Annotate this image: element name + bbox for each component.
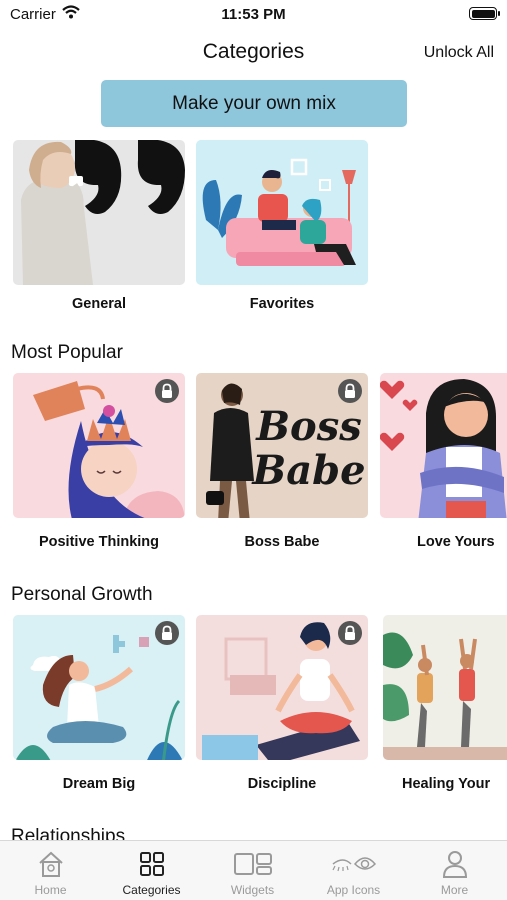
general-illustration [13, 140, 185, 285]
boss-babe-art-text: Boss Babe [252, 403, 366, 494]
category-label: Favorites [249, 296, 315, 312]
category-card-discipline[interactable] [196, 615, 368, 760]
category-card-general[interactable] [13, 140, 185, 285]
tab-app-icons[interactable]: App Icons [303, 849, 404, 897]
tab-bar: Home Categories Widgets App Icons More [0, 840, 507, 900]
lock-icon [155, 379, 179, 403]
section-title-most-popular: Most Popular [11, 342, 123, 363]
healing-your-illustration [383, 615, 507, 760]
tab-widgets[interactable]: Widgets [202, 849, 303, 897]
category-card-favorites[interactable] [196, 140, 368, 285]
category-label: Boss Babe [244, 534, 320, 550]
lock-icon [155, 621, 179, 645]
unlock-all-button[interactable]: Unlock All [424, 44, 494, 62]
lock-icon [338, 379, 362, 403]
tab-label: Categories [122, 883, 181, 897]
status-bar: Carrier 11:53 PM [0, 0, 507, 28]
category-label: Dream Big [62, 776, 136, 792]
tab-home[interactable]: Home [0, 849, 101, 897]
category-card-dream-big[interactable] [13, 615, 185, 760]
home-icon [0, 849, 101, 879]
section-title-personal-growth: Personal Growth [11, 584, 153, 605]
tab-categories[interactable]: Categories [101, 849, 202, 897]
widgets-icon [202, 849, 303, 879]
category-card-positive-thinking[interactable] [13, 373, 185, 518]
make-your-own-mix-button[interactable]: Make your own mix [101, 80, 407, 127]
category-label: Healing Your [402, 776, 491, 792]
tab-label: App Icons [326, 883, 381, 897]
status-time: 11:53 PM [221, 6, 286, 23]
category-card-love-yours[interactable] [380, 373, 507, 518]
categories-grid-icon [101, 849, 202, 879]
tab-more[interactable]: More [404, 849, 505, 897]
category-label: Discipline [247, 776, 317, 792]
tab-label: Home [34, 883, 67, 897]
category-card-boss-babe[interactable]: Boss Babe [196, 373, 368, 518]
tab-label: Widgets [230, 883, 275, 897]
app-icons-eye-icon [303, 849, 404, 879]
love-yours-illustration [380, 373, 507, 518]
person-icon [404, 849, 505, 879]
category-label: Love Yours [417, 534, 495, 550]
category-label: General [72, 296, 126, 312]
category-label: Positive Thinking [38, 534, 160, 550]
tab-label: More [440, 883, 469, 897]
lock-icon [338, 621, 362, 645]
favorites-illustration [196, 140, 368, 285]
category-card-healing-your[interactable] [383, 615, 507, 760]
battery-icon [469, 7, 500, 20]
